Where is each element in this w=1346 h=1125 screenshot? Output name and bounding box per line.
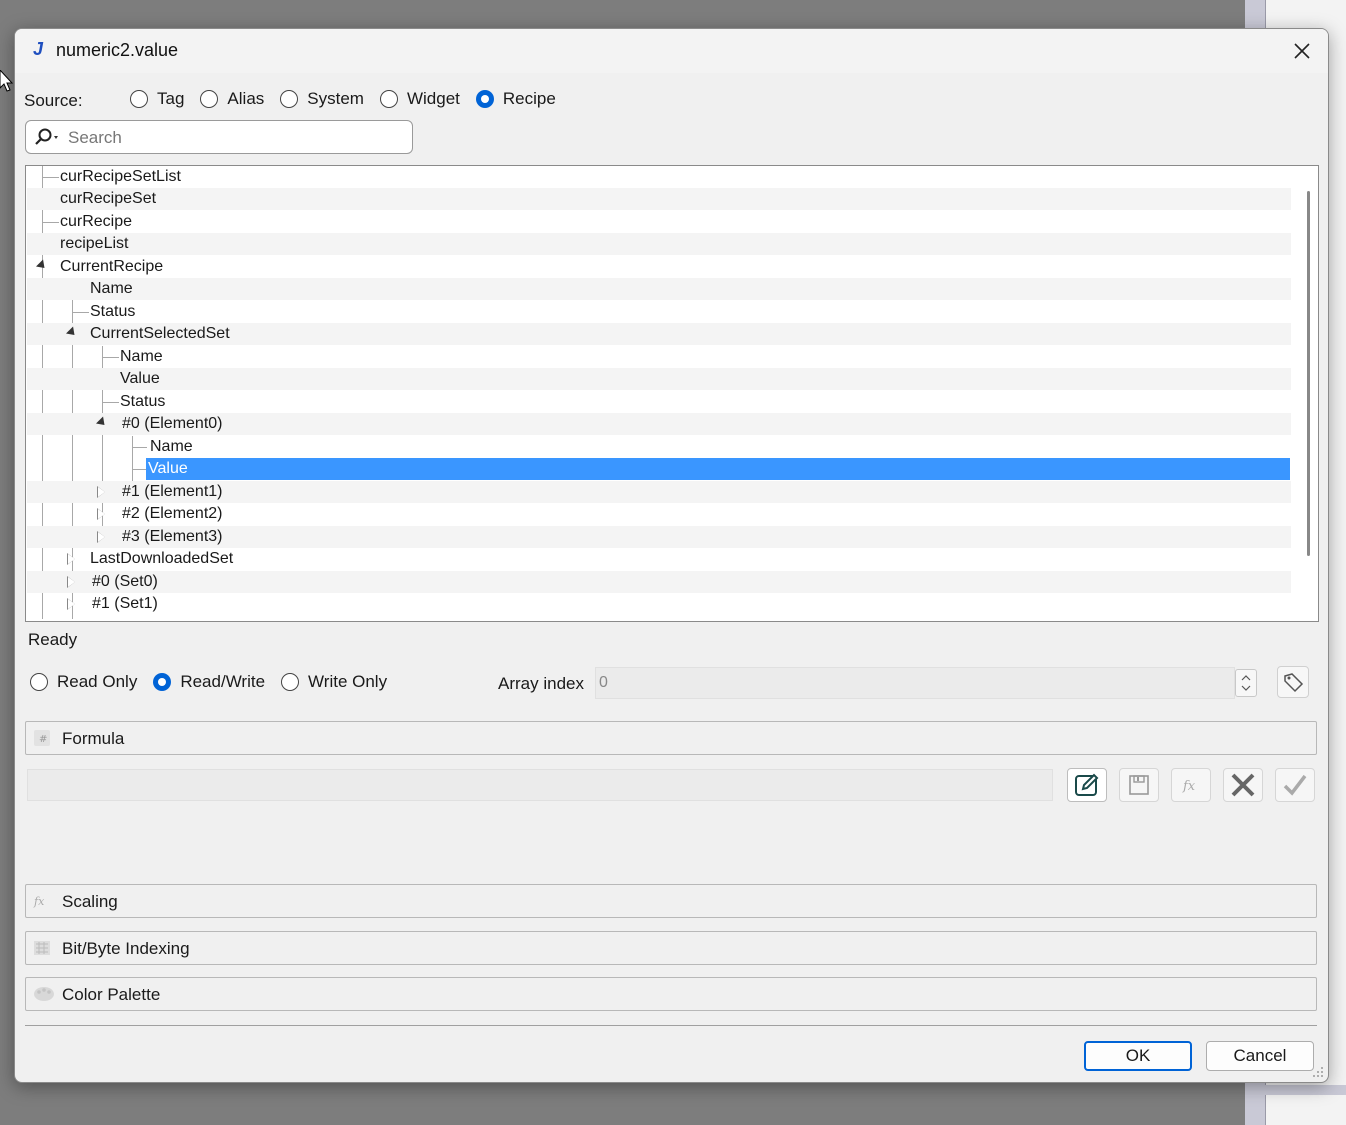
scrollbar-thumb[interactable] bbox=[1307, 191, 1310, 556]
tree-item[interactable]: Name bbox=[27, 278, 1291, 300]
array-index-input[interactable]: 0 bbox=[595, 667, 1235, 699]
check-icon bbox=[1283, 774, 1307, 796]
tree-item[interactable]: Name bbox=[27, 346, 1291, 368]
expanded-arrow-icon[interactable] bbox=[65, 326, 79, 339]
window-title: numeric2.value bbox=[56, 40, 179, 60]
color-palette-icon bbox=[34, 987, 54, 1001]
title-bar: J numeric2.value bbox=[15, 29, 1328, 73]
tree-item[interactable]: curRecipeSetList bbox=[27, 166, 1291, 188]
function-button[interactable]: fx bbox=[1171, 768, 1211, 802]
access-radio-write-only[interactable]: Write Only bbox=[281, 672, 387, 692]
source-radio-system[interactable]: System bbox=[280, 89, 364, 109]
edit-formula-button[interactable] bbox=[1067, 768, 1107, 802]
tree-item[interactable]: #2 (Element2) bbox=[27, 503, 1291, 525]
tree-item[interactable]: Value bbox=[27, 368, 1291, 390]
resize-grip-icon[interactable] bbox=[1312, 1066, 1324, 1078]
tree-item[interactable]: Name bbox=[27, 436, 1291, 458]
tag-picker-dialog: J numeric2.value Source: Tag Alias Syste… bbox=[14, 28, 1329, 1083]
access-radio-read-write[interactable]: Read/Write bbox=[153, 672, 265, 692]
tag-icon bbox=[1284, 673, 1304, 693]
source-radio-tag[interactable]: Tag bbox=[130, 89, 184, 109]
access-radio-read-only[interactable]: Read Only bbox=[30, 672, 137, 692]
array-index-label: Array index bbox=[498, 674, 584, 693]
tree-scrollbar[interactable] bbox=[1296, 166, 1318, 621]
bit-byte-icon bbox=[34, 941, 50, 955]
tree-item-selected[interactable]: Value bbox=[27, 458, 1291, 480]
svg-text:#: # bbox=[39, 734, 47, 745]
tag-button[interactable] bbox=[1277, 666, 1309, 698]
app-icon: J bbox=[32, 39, 43, 59]
ok-button[interactable]: OK bbox=[1084, 1041, 1192, 1071]
scaling-section-header[interactable]: fx Scaling bbox=[25, 884, 1317, 918]
bit-byte-indexing-section-header[interactable]: Bit/Byte Indexing bbox=[25, 931, 1317, 965]
clear-formula-button[interactable] bbox=[1223, 768, 1263, 802]
tree-item[interactable]: #1 (Set1) bbox=[27, 593, 1291, 615]
tree-item[interactable]: Status bbox=[27, 391, 1291, 413]
color-palette-section-header[interactable]: Color Palette bbox=[25, 977, 1317, 1011]
formula-section-header[interactable]: # Formula bbox=[25, 721, 1317, 755]
tree-item[interactable]: CurrentSelectedSet bbox=[27, 323, 1291, 345]
tree-item[interactable]: curRecipeSet bbox=[27, 188, 1291, 210]
close-button[interactable] bbox=[1284, 35, 1320, 67]
tree-item[interactable]: curRecipe bbox=[27, 211, 1291, 233]
function-icon: fx bbox=[1182, 779, 1196, 794]
tree-item[interactable]: #3 (Element3) bbox=[27, 526, 1291, 548]
expanded-arrow-icon[interactable] bbox=[95, 416, 109, 429]
save-icon bbox=[1129, 775, 1149, 795]
search-icon[interactable] bbox=[33, 127, 61, 147]
clear-icon bbox=[1231, 773, 1255, 797]
spinner-arrows-icon bbox=[1241, 675, 1251, 691]
scaling-icon: fx bbox=[33, 895, 45, 908]
svg-text:fx: fx bbox=[1182, 779, 1196, 794]
expanded-arrow-icon[interactable] bbox=[35, 259, 49, 272]
tree-item[interactable]: #0 (Element0) bbox=[27, 413, 1291, 435]
source-radio-group: Tag Alias System Widget Recipe bbox=[130, 89, 572, 109]
source-radio-widget[interactable]: Widget bbox=[379, 89, 460, 109]
apply-formula-button[interactable] bbox=[1275, 768, 1315, 802]
source-radio-recipe[interactable]: Recipe bbox=[475, 89, 556, 109]
cancel-button[interactable]: Cancel bbox=[1206, 1041, 1314, 1071]
edit-icon bbox=[1075, 773, 1099, 796]
tree-item[interactable]: CurrentRecipe bbox=[27, 256, 1291, 278]
tag-tree[interactable]: curRecipeSetList curRecipeSet curRecipe … bbox=[25, 165, 1319, 622]
formula-icon: # bbox=[34, 730, 50, 746]
source-label: Source: bbox=[24, 91, 83, 110]
tree-item[interactable]: #0 (Set0) bbox=[27, 571, 1291, 593]
svg-text:fx: fx bbox=[33, 895, 45, 908]
tree-item[interactable]: recipeList bbox=[27, 233, 1291, 255]
save-formula-button[interactable] bbox=[1119, 768, 1159, 802]
mouse-cursor-icon bbox=[0, 70, 14, 92]
tree-item[interactable]: Status bbox=[27, 301, 1291, 323]
tree-item[interactable]: LastDownloadedSet bbox=[27, 548, 1291, 570]
formula-input[interactable] bbox=[27, 769, 1053, 801]
search-input[interactable] bbox=[66, 125, 410, 151]
tree-item[interactable]: #1 (Element1) bbox=[27, 481, 1291, 503]
source-radio-alias[interactable]: Alias bbox=[200, 89, 264, 109]
access-radio-group: Read Only Read/Write Write Only bbox=[30, 672, 403, 692]
search-box[interactable] bbox=[25, 120, 413, 154]
status-text: Ready bbox=[28, 630, 78, 649]
array-index-spinner[interactable] bbox=[1235, 669, 1257, 697]
close-icon bbox=[1294, 43, 1310, 59]
footer-divider bbox=[25, 1025, 1317, 1026]
